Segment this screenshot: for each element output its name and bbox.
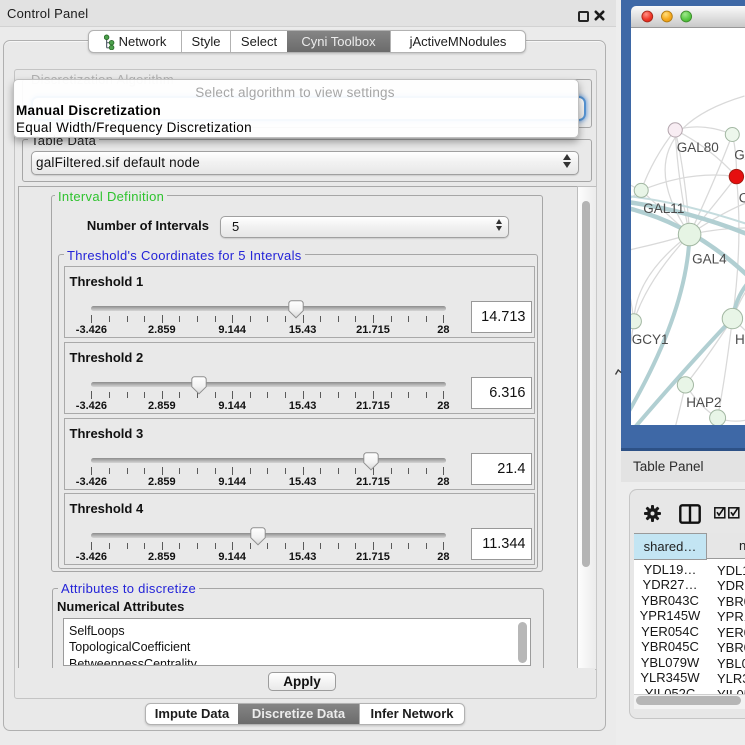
svg-text:GCY1: GCY1: [632, 332, 669, 347]
svg-text:GAL11: GAL11: [643, 201, 684, 216]
svg-text:GAL4: GAL4: [692, 251, 727, 266]
svg-text:GA: GA: [734, 148, 745, 163]
svg-text:C: C: [739, 190, 745, 205]
svg-text:GAL80: GAL80: [677, 140, 719, 155]
svg-text:HAP2: HAP2: [686, 395, 721, 410]
svg-text:H: H: [735, 332, 745, 347]
